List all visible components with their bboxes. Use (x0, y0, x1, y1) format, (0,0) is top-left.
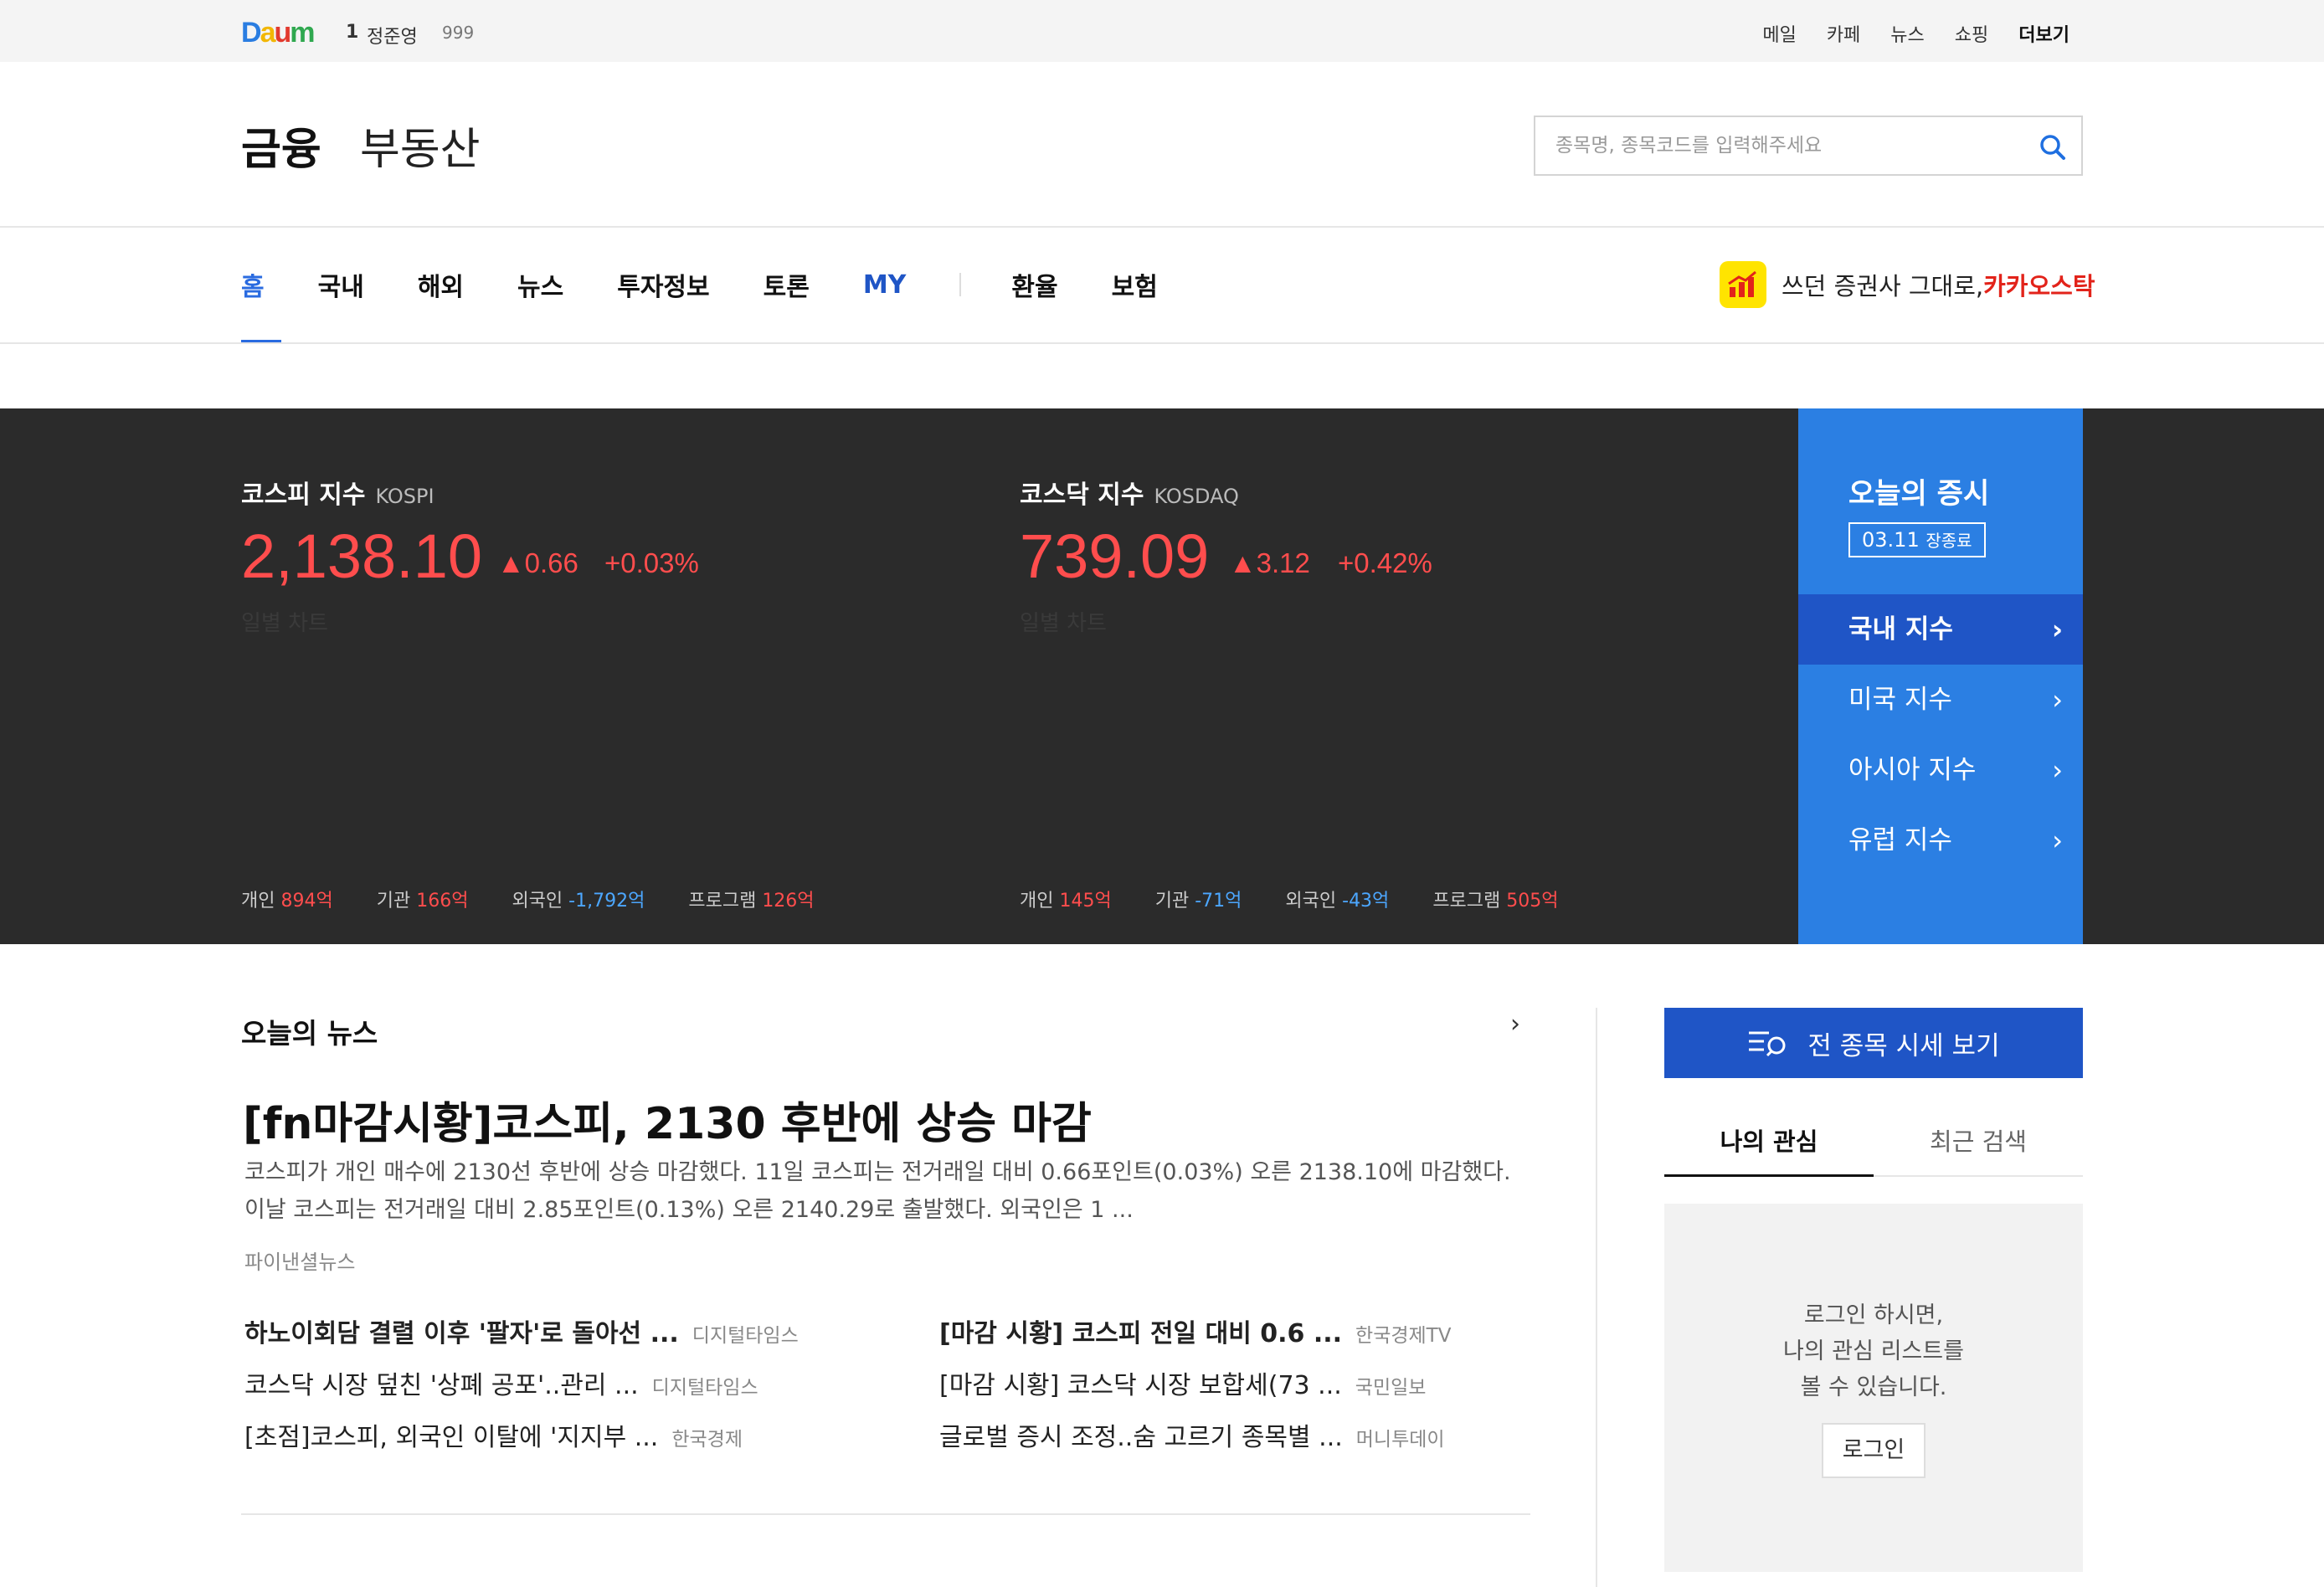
login-message: 로그인 하시면, 나의 관심 리스트를 볼 수 있습니다. (1783, 1302, 1964, 1400)
search-icon[interactable] (2039, 134, 2066, 161)
menu-asia-index[interactable]: 아시아 지수 › (1798, 735, 2083, 805)
login-button[interactable]: 로그인 (1822, 1423, 1926, 1478)
news-section-title: 오늘의 뉴스 (241, 1017, 378, 1050)
kakaostock-promo[interactable]: 쓰던 증권사 그대로, 카카오스탁 (1720, 261, 2095, 308)
chevron-right-icon: › (2052, 754, 2063, 786)
list-item[interactable]: [마감 시황] 코스닥 시장 보합세(73 ... 국민일보 (939, 1364, 1626, 1416)
flow-item: 프로그램 126억 (688, 891, 815, 912)
login-prompt-box: 로그인 하시면, 나의 관심 리스트를 볼 수 있습니다. 로그인 (1664, 1204, 2083, 1572)
page: Daum 1 정준영 999 메일 카페 뉴스 쇼핑 더보기 금융 부동산 홈 … (0, 0, 2324, 1587)
kospi-daily-chart-label[interactable]: 일별 차트 (241, 606, 328, 637)
promo-text: 쓰던 증권사 그대로, (1782, 272, 1984, 300)
top-bar: Daum 1 정준영 999 메일 카페 뉴스 쇼핑 더보기 (0, 0, 2324, 62)
top-menu-news[interactable]: 뉴스 (1890, 20, 1924, 47)
kosdaq-daily-chart-label[interactable]: 일별 차트 (1020, 606, 1107, 637)
main-nav: 홈 국내 해외 뉴스 투자정보 토론 MY 환율 보험 (241, 266, 1211, 303)
brand-finance[interactable]: 금융 (241, 114, 321, 177)
kosdaq-index[interactable]: 코스닥 지수 KOSDAQ 739.09 ▲3.12 +0.42% 일별 차트 (1020, 474, 1689, 636)
list-item[interactable]: [마감 시황] 코스피 전일 대비 0.6 ... 한국경제TV (939, 1312, 1626, 1364)
kosdaq-rate: +0.42% (1338, 547, 1432, 578)
list-item[interactable]: [초점]코스피, 외국인 이탈에 '지지부 ... 한국경제 (244, 1416, 931, 1468)
flow-item: 개인 894억 (241, 891, 333, 912)
flow-item: 외국인 -1,792억 (512, 891, 645, 912)
flow-item: 개인 145억 (1020, 891, 1112, 912)
daum-logo[interactable]: Daum (241, 17, 316, 49)
news-source: 파이낸셜뉴스 (244, 1251, 356, 1274)
menu-us-index[interactable]: 미국 지수 › (1798, 665, 2083, 735)
kospi-investor-flow: 개인 894억 기관 166억 외국인 -1,792억 프로그램 126억 (241, 886, 858, 912)
search-box (1534, 116, 2083, 176)
tab-exchange[interactable]: 환율 (1011, 266, 1057, 303)
kosdaq-value: 739.09 (1020, 521, 1210, 591)
news-headline[interactable]: [fn마감시황]코스피, 2130 후반에 상승 마감 (243, 1088, 1092, 1151)
divider (0, 342, 2324, 344)
divider (0, 226, 2324, 228)
list-search-icon (1749, 1031, 1786, 1057)
top-menu: 메일 카페 뉴스 쇼핑 더보기 (1732, 20, 2069, 47)
index-menu: 국내 지수 › 미국 지수 › 아시아 지수 › 유럽 지수 › (1798, 594, 2083, 876)
nav-separator (959, 273, 962, 296)
tab-insurance[interactable]: 보험 (1112, 266, 1158, 303)
realtime-rank-value: 999 (442, 23, 475, 43)
kospi-subtitle: KOSPI (375, 485, 434, 508)
tab-discussion[interactable]: 토론 (764, 266, 810, 303)
list-item[interactable]: 글로벌 증시 조정..숨 고르기 종목별 ... 머니투데이 (939, 1416, 1626, 1468)
tab-overseas[interactable]: 해외 (418, 266, 464, 303)
chevron-right-icon[interactable]: › (1510, 1009, 1520, 1039)
watchlist-tabs: 나의 관심 최근 검색 (1664, 1115, 2083, 1177)
chevron-right-icon: › (2051, 614, 2063, 645)
search-input[interactable] (1535, 117, 2029, 174)
flow-item: 프로그램 505억 (1432, 891, 1559, 912)
tab-home[interactable]: 홈 (241, 266, 265, 303)
kosdaq-title: 코스닥 지수 (1020, 480, 1144, 510)
list-item[interactable]: 하노이회담 결렬 이후 '팔자'로 돌아선 ... 디지털타임스 (244, 1312, 931, 1364)
news-list-left: 하노이회담 결렬 이후 '팔자'로 돌아선 ... 디지털타임스 코스닥 시장 덮… (244, 1312, 931, 1468)
flow-item: 기관 -71억 (1154, 891, 1242, 912)
tab-news[interactable]: 뉴스 (517, 266, 563, 303)
column-divider (1596, 1008, 1597, 1587)
all-stocks-button[interactable]: 전 종목 시세 보기 (1664, 1008, 2083, 1078)
top-menu-mail[interactable]: 메일 (1762, 20, 1796, 47)
all-stocks-button-label: 전 종목 시세 보기 (1807, 1030, 2000, 1061)
top-menu-shopping[interactable]: 쇼핑 (1955, 20, 1988, 47)
chevron-right-icon: › (2052, 684, 2063, 716)
tab-investment-info[interactable]: 투자정보 (617, 266, 709, 303)
promo-brand: 카카오스탁 (1983, 272, 2095, 300)
flow-item: 외국인 -43억 (1285, 891, 1390, 912)
brand-realestate[interactable]: 부동산 (360, 114, 481, 177)
tab-my[interactable]: MY (863, 270, 907, 300)
kospi-value: 2,138.10 (241, 521, 483, 591)
kosdaq-subtitle: KOSDAQ (1154, 485, 1239, 508)
tab-my-interest[interactable]: 나의 관심 (1664, 1115, 1874, 1177)
news-summary[interactable]: 코스피가 개인 매수에 2130선 후반에 상승 마감했다. 11일 코스피는 … (244, 1153, 1534, 1229)
tab-domestic[interactable]: 국내 (318, 266, 364, 303)
flow-item: 기관 166억 (376, 891, 469, 912)
kospi-title: 코스피 지수 (241, 480, 366, 510)
top-menu-more[interactable]: 더보기 (2018, 20, 2069, 47)
today-market-title: 오늘의 증시 (1848, 477, 1990, 511)
kospi-rate: +0.03% (604, 547, 699, 578)
kospi-change: ▲0.66 (497, 547, 578, 578)
today-market-panel: 오늘의 증시 03.11 장종료 국내 지수 › 미국 지수 › 아시아 지수 › 유… (1798, 408, 2083, 944)
market-date-badge: 03.11 장종료 (1848, 522, 1986, 557)
kospi-index[interactable]: 코스피 지수 KOSPI 2,138.10 ▲0.66 +0.03% 일별 차트 (241, 474, 911, 636)
divider (241, 1513, 1530, 1515)
kosdaq-change: ▲3.12 (1229, 547, 1310, 578)
kosdaq-investor-flow: 개인 145억 기관 -71억 외국인 -43억 프로그램 505억 (1020, 886, 1602, 912)
top-menu-cafe[interactable]: 카페 (1827, 20, 1860, 47)
tab-recent-search[interactable]: 최근 검색 (1874, 1115, 2083, 1175)
kakaostock-icon (1720, 261, 1766, 308)
menu-europe-index[interactable]: 유럽 지수 › (1798, 805, 2083, 876)
chevron-right-icon: › (2052, 824, 2063, 856)
list-item[interactable]: 코스닥 시장 덮친 '상폐 공포'..관리 ... 디지털타임스 (244, 1364, 931, 1416)
menu-domestic-index[interactable]: 국내 지수 › (1798, 594, 2083, 665)
realtime-rank-number: 1 (346, 22, 359, 43)
realtime-rank-keyword[interactable]: 정준영 (367, 22, 418, 49)
news-list-right: [마감 시황] 코스피 전일 대비 0.6 ... 한국경제TV [마감 시황] … (939, 1312, 1626, 1468)
